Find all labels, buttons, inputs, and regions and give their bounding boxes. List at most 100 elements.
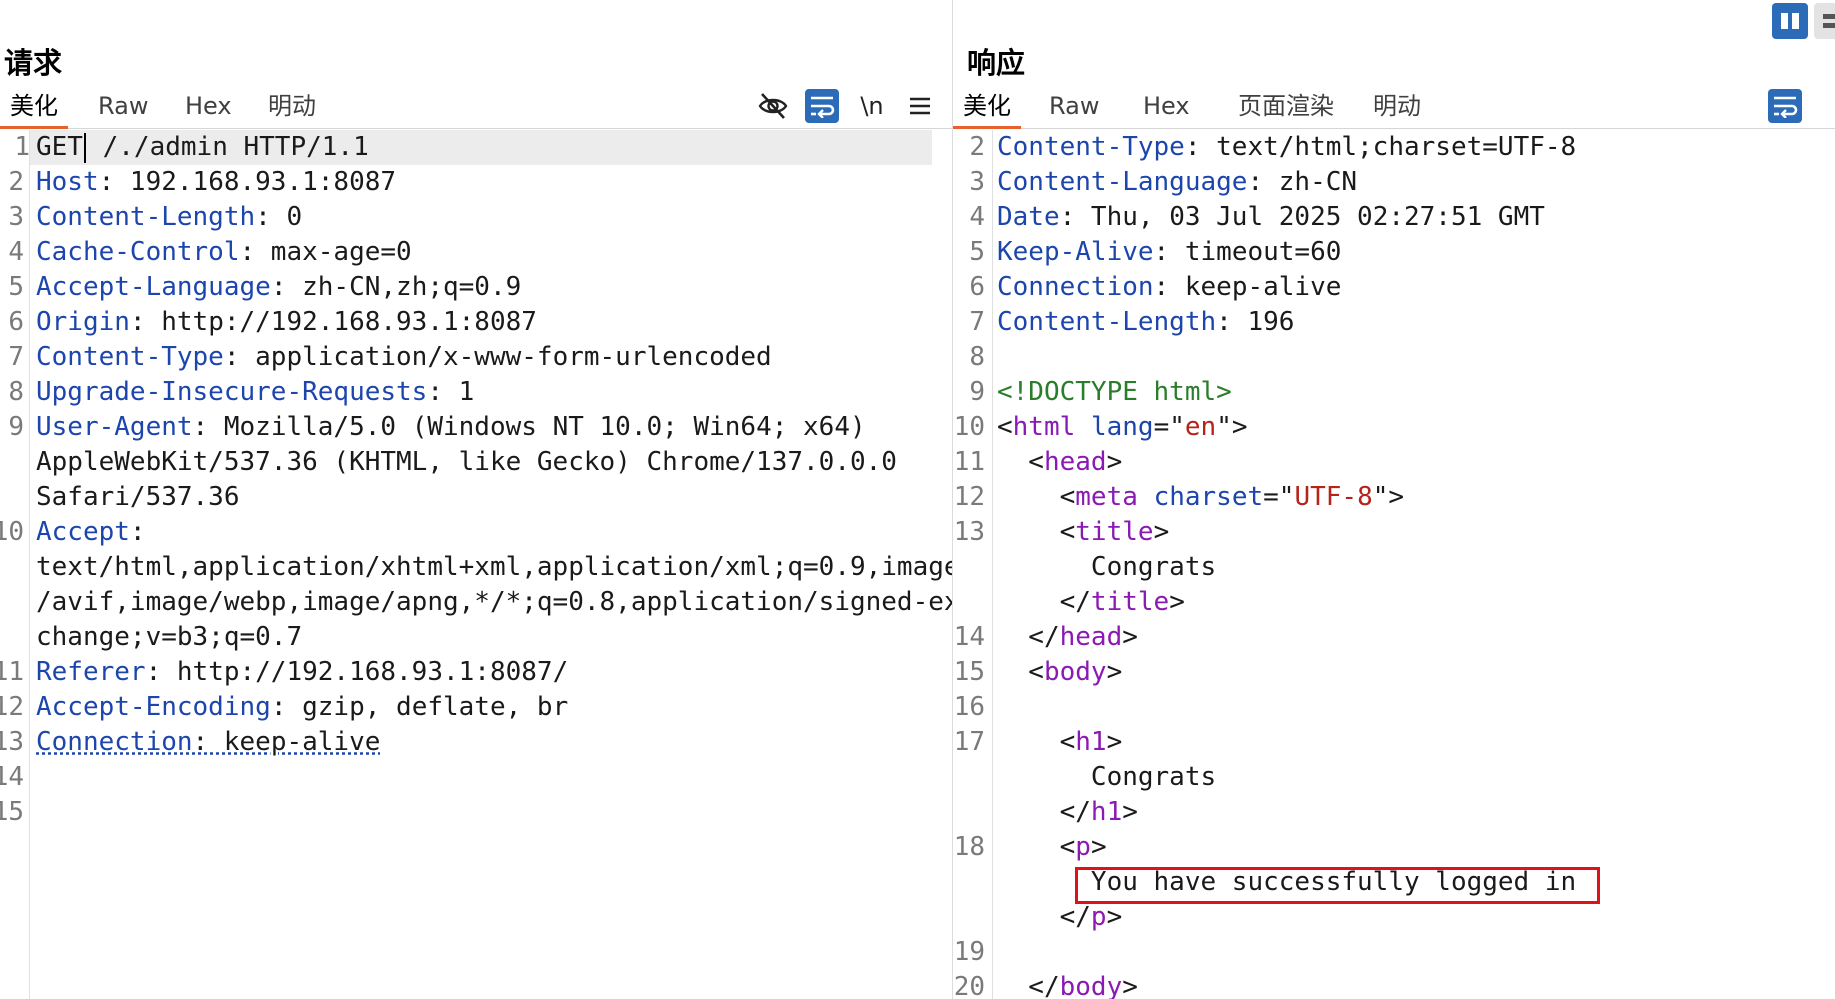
line-number: 19 — [953, 937, 985, 967]
response-code: <p> — [997, 830, 1107, 865]
code-token: head — [1059, 622, 1123, 652]
request-line[interactable]: /avif,image/webp,image/apng,*/*;q=0.8,ap… — [0, 585, 952, 620]
request-line[interactable]: 13 Connection: keep-alive — [0, 725, 952, 760]
line-number: 3 — [8, 202, 24, 232]
request-tab-hex[interactable]: Hex — [175, 84, 242, 127]
response-code: </body> — [997, 970, 1138, 999]
request-line[interactable]: 2 Host: 192.168.93.1:8087 — [0, 165, 952, 200]
response-tab-render[interactable]: 页面渲染 — [1228, 84, 1344, 127]
request-line[interactable]: 3 Content-Length: 0 — [0, 200, 952, 235]
request-code: GET /./admin HTTP/1.1 — [36, 130, 369, 165]
response-word-wrap-button[interactable] — [1768, 89, 1802, 123]
request-code: Origin: http://192.168.93.1:8087 — [36, 305, 537, 340]
response-line[interactable]: 3 Content-Language: zh-CN — [953, 165, 1835, 200]
response-line[interactable]: 7 Content-Length: 196 — [953, 305, 1835, 340]
line-number: 14 — [953, 622, 985, 652]
code-token: p — [1090, 902, 1107, 932]
request-line[interactable]: 5 Accept-Language: zh-CN,zh;q=0.9 — [0, 270, 952, 305]
response-line[interactable]: 20 </body> — [953, 970, 1835, 999]
response-line[interactable]: </p> — [953, 900, 1835, 935]
response-code: Date: Thu, 03 Jul 2025 02:27:51 GMT — [997, 200, 1545, 235]
hide-nonprintable-button[interactable] — [756, 89, 790, 123]
request-line[interactable]: 9 User-Agent: Mozilla/5.0 (Windows NT 10.… — [0, 410, 952, 445]
response-line[interactable]: 14 </head> — [953, 620, 1835, 655]
layout-list-button[interactable] — [1814, 3, 1835, 39]
response-line[interactable]: 15 <body> — [953, 655, 1835, 690]
response-line[interactable]: 18 <p> — [953, 830, 1835, 865]
code-token: : 196 — [1216, 307, 1295, 337]
response-line[interactable]: 10 <html lang="en"> — [953, 410, 1835, 445]
response-line[interactable]: Congrats — [953, 760, 1835, 795]
response-code: <head> — [997, 445, 1122, 480]
request-line[interactable]: change;v=b3;q=0.7 — [0, 620, 952, 655]
response-line[interactable]: 19 — [953, 935, 1835, 970]
request-line[interactable]: 8 Upgrade-Insecure-Requests: 1 — [0, 375, 952, 410]
response-tab-pretty[interactable]: 美化 — [953, 84, 1021, 129]
response-line[interactable]: 12 <meta charset="UTF-8"> — [953, 480, 1835, 515]
request-panel: 请求 美化 Raw Hex 明动 \n 1 GET /./admin HTTP/… — [0, 0, 952, 999]
request-line[interactable]: Safari/537.36 — [0, 480, 952, 515]
request-line[interactable]: 12 Accept-Encoding: gzip, deflate, br — [0, 690, 952, 725]
word-wrap-button[interactable] — [805, 89, 839, 123]
request-line[interactable]: 4 Cache-Control: max-age=0 — [0, 235, 952, 270]
response-line[interactable]: </h1> — [953, 795, 1835, 830]
response-line[interactable]: 6 Connection: keep-alive — [953, 270, 1835, 305]
request-menu-button[interactable] — [903, 89, 937, 123]
line-number: 12 — [0, 692, 24, 722]
request-code: Content-Length: 0 — [36, 200, 302, 235]
request-line[interactable]: AppleWebKit/537.36 (KHTML, like Gecko) C… — [0, 445, 952, 480]
request-editor[interactable]: 1 GET /./admin HTTP/1.1 2 Host: 192.168.93.… — [0, 130, 952, 999]
layout-split-icon — [1781, 13, 1799, 29]
response-editor[interactable]: 2 Content-Type: text/html;charset=UTF-8 3 C… — [953, 130, 1835, 999]
header-name: Origin — [36, 307, 130, 337]
request-tab-ext[interactable]: 明动 — [258, 84, 326, 127]
hide-eye-icon — [758, 93, 788, 119]
request-line[interactable]: 6 Origin: http://192.168.93.1:8087 — [0, 305, 952, 340]
request-line[interactable]: 1 GET /./admin HTTP/1.1 — [14, 130, 932, 165]
response-line[interactable]: 9 <!DOCTYPE html> — [953, 375, 1835, 410]
request-code: change;v=b3;q=0.7 — [36, 620, 302, 655]
request-tab-pretty[interactable]: 美化 — [0, 84, 68, 129]
code-token: Connection — [997, 272, 1154, 302]
response-line[interactable]: 4 Date: Thu, 03 Jul 2025 02:27:51 GMT — [953, 200, 1835, 235]
header-value: /./admin HTTP/1.1 — [86, 132, 369, 162]
request-code: Upgrade-Insecure-Requests: 1 — [36, 375, 474, 410]
response-line[interactable]: 2 Content-Type: text/html;charset=UTF-8 — [953, 130, 1835, 165]
request-line[interactable]: 14 — [0, 760, 952, 795]
request-line[interactable]: 15 — [0, 795, 952, 830]
request-line[interactable]: 10 Accept: — [0, 515, 952, 550]
response-line[interactable]: 17 <h1> — [953, 725, 1835, 760]
response-code: Content-Length: 196 — [997, 305, 1294, 340]
code-token: > — [1106, 727, 1123, 757]
response-line[interactable]: 5 Keep-Alive: timeout=60 — [953, 235, 1835, 270]
response-code: </head> — [997, 620, 1138, 655]
code-token: > — [1090, 832, 1107, 862]
header-value: : application/x-www-form-urlencoded — [223, 342, 772, 372]
response-code: </h1> — [997, 795, 1138, 830]
request-line[interactable]: 7 Content-Type: application/x-www-form-ur… — [0, 340, 952, 375]
request-line[interactable]: text/html,application/xhtml+xml,applicat… — [0, 550, 952, 585]
response-line[interactable]: 13 <title> — [953, 515, 1835, 550]
response-line[interactable]: 11 <head> — [953, 445, 1835, 480]
code-token: : Thu, 03 Jul 2025 02:27:51 GMT — [1059, 202, 1545, 232]
response-tab-hex[interactable]: Hex — [1133, 84, 1200, 127]
code-token: > — [1106, 657, 1123, 687]
code-token: =" — [1153, 412, 1185, 442]
request-line[interactable]: 11 Referer: http://192.168.93.1:8087/ — [0, 655, 952, 690]
request-tab-raw[interactable]: Raw — [88, 84, 158, 127]
response-line[interactable]: </title> — [953, 585, 1835, 620]
response-line[interactable]: Congrats — [953, 550, 1835, 585]
line-number: 12 — [953, 482, 985, 512]
line-number: 4 — [969, 202, 985, 232]
show-newline-button[interactable]: \n — [855, 89, 889, 123]
response-tab-ext[interactable]: 明动 — [1363, 84, 1431, 127]
response-line[interactable]: 8 — [953, 340, 1835, 375]
code-token: < — [997, 447, 1044, 477]
line-number: 17 — [953, 727, 985, 757]
header-value: : 1 — [427, 377, 475, 407]
response-line[interactable]: 16 — [953, 690, 1835, 725]
layout-split-button[interactable] — [1772, 3, 1808, 39]
response-tab-raw[interactable]: Raw — [1039, 84, 1109, 127]
line-number: 5 — [969, 237, 985, 267]
